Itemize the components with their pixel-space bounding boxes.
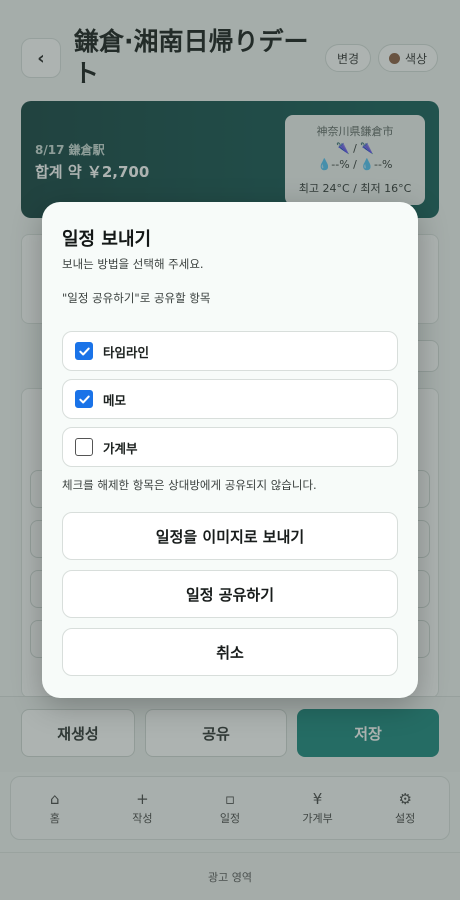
send-as-image-button[interactable]: 일정을 이미지로 보내기: [62, 512, 398, 560]
share-schedule-label: 일정 공유하기: [185, 585, 275, 604]
option-budget[interactable]: 가계부: [62, 427, 398, 467]
send-as-image-label: 일정을 이미지로 보내기: [155, 527, 305, 546]
share-note: 체크를 해제한 항목은 상대방에게 공유되지 않습니다.: [62, 478, 317, 492]
option-label: 타임라인: [103, 344, 150, 360]
share-items-label: "일정 공유하기"로 공유할 항목: [62, 291, 211, 305]
dialog-title: 일정 보내기: [62, 229, 152, 250]
checkbox-unchecked-icon[interactable]: [75, 438, 93, 456]
option-label: 메모: [103, 392, 127, 408]
cancel-label: 취소: [216, 643, 244, 662]
option-memo[interactable]: 메모: [62, 379, 398, 419]
option-timeline[interactable]: 타임라인: [62, 331, 398, 371]
send-schedule-dialog: 일정 보내기 보내는 방법을 선택해 주세요. "일정 공유하기"로 공유할 항…: [42, 202, 418, 698]
cancel-button[interactable]: 취소: [62, 628, 398, 676]
dialog-description: 보내는 방법을 선택해 주세요.: [62, 257, 204, 271]
checkbox-checked-icon[interactable]: [75, 390, 93, 408]
checkbox-checked-icon[interactable]: [75, 342, 93, 360]
option-label: 가계부: [103, 440, 138, 456]
share-schedule-button[interactable]: 일정 공유하기: [62, 570, 398, 618]
